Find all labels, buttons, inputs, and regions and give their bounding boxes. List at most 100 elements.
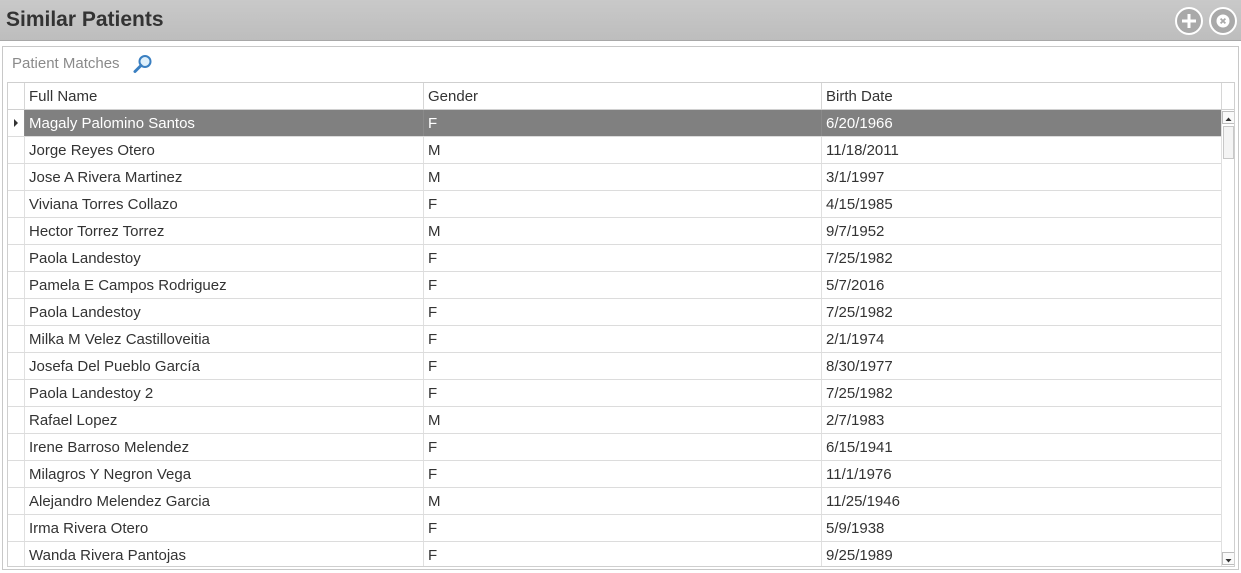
cell-gender[interactable]: F — [423, 353, 821, 379]
row-header[interactable] — [8, 488, 24, 514]
cell-full-name[interactable]: Wanda Rivera Pantojas — [24, 542, 423, 566]
arrow-down-icon — [1225, 559, 1232, 563]
cell-birth-date[interactable]: 8/30/1977 — [821, 353, 1221, 379]
row-header[interactable] — [8, 245, 24, 271]
table-row[interactable]: Josefa Del Pueblo García F 8/30/1977 — [8, 353, 1221, 380]
cell-gender[interactable]: F — [423, 272, 821, 298]
cell-gender[interactable]: F — [423, 434, 821, 460]
table-row[interactable]: Hector Torrez Torrez M 9/7/1952 — [8, 218, 1221, 245]
table-row[interactable]: Paola Landestoy F 7/25/1982 — [8, 245, 1221, 272]
cell-birth-date[interactable]: 5/9/1938 — [821, 515, 1221, 541]
cell-gender[interactable]: M — [423, 137, 821, 163]
cell-full-name[interactable]: Josefa Del Pueblo García — [24, 353, 423, 379]
table-row[interactable]: Milka M Velez Castilloveitia F 2/1/1974 — [8, 326, 1221, 353]
table-row[interactable]: Milagros Y Negron Vega F 11/1/1976 — [8, 461, 1221, 488]
cell-full-name[interactable]: Alejandro Melendez Garcia — [24, 488, 423, 514]
cell-gender[interactable]: M — [423, 164, 821, 190]
cell-gender[interactable]: F — [423, 542, 821, 566]
table-row[interactable]: Jose A Rivera Martinez M 3/1/1997 — [8, 164, 1221, 191]
cell-full-name[interactable]: Jorge Reyes Otero — [24, 137, 423, 163]
row-header[interactable] — [8, 407, 24, 433]
cell-birth-date[interactable]: 3/1/1997 — [821, 164, 1221, 190]
table-row[interactable]: Magaly Palomino Santos F 6/20/1966 — [8, 110, 1221, 137]
row-header[interactable] — [8, 218, 24, 244]
add-button[interactable] — [1175, 7, 1203, 35]
cell-full-name[interactable]: Viviana Torres Collazo — [24, 191, 423, 217]
cell-full-name[interactable]: Magaly Palomino Santos — [24, 110, 423, 136]
row-header[interactable] — [8, 542, 24, 566]
cell-gender[interactable]: F — [423, 461, 821, 487]
table-row[interactable]: Paola Landestoy 2 F 7/25/1982 — [8, 380, 1221, 407]
row-header[interactable] — [8, 380, 24, 406]
cell-full-name[interactable]: Jose A Rivera Martinez — [24, 164, 423, 190]
cell-birth-date[interactable]: 7/25/1982 — [821, 299, 1221, 325]
cell-birth-date[interactable]: 2/1/1974 — [821, 326, 1221, 352]
cell-birth-date[interactable]: 11/1/1976 — [821, 461, 1221, 487]
row-header[interactable] — [8, 461, 24, 487]
cell-gender[interactable]: M — [423, 218, 821, 244]
row-header[interactable] — [8, 110, 24, 136]
cell-gender[interactable]: F — [423, 110, 821, 136]
table-row[interactable]: Rafael Lopez M 2/7/1983 — [8, 407, 1221, 434]
cell-birth-date[interactable]: 7/25/1982 — [821, 380, 1221, 406]
cell-birth-date[interactable]: 6/20/1966 — [821, 110, 1221, 136]
cell-gender[interactable]: F — [423, 191, 821, 217]
table-row[interactable]: Wanda Rivera Pantojas F 9/25/1989 — [8, 542, 1221, 566]
cell-gender[interactable]: F — [423, 299, 821, 325]
cell-full-name[interactable]: Pamela E Campos Rodriguez — [24, 272, 423, 298]
cell-gender[interactable]: F — [423, 380, 821, 406]
cell-birth-date[interactable]: 4/15/1985 — [821, 191, 1221, 217]
close-button[interactable] — [1209, 7, 1237, 35]
cell-full-name[interactable]: Irene Barroso Melendez — [24, 434, 423, 460]
cell-full-name[interactable]: Paola Landestoy — [24, 245, 423, 271]
row-header[interactable] — [8, 515, 24, 541]
table-row[interactable]: Viviana Torres Collazo F 4/15/1985 — [8, 191, 1221, 218]
cell-full-name[interactable]: Hector Torrez Torrez — [24, 218, 423, 244]
row-header[interactable] — [8, 137, 24, 163]
plus-icon — [1182, 14, 1196, 28]
scroll-up-button[interactable] — [1222, 111, 1234, 124]
column-header-full-name[interactable]: Full Name — [24, 83, 423, 109]
cell-birth-date[interactable]: 2/7/1983 — [821, 407, 1221, 433]
cell-birth-date[interactable]: 5/7/2016 — [821, 272, 1221, 298]
row-header[interactable] — [8, 191, 24, 217]
table-row[interactable]: Paola Landestoy F 7/25/1982 — [8, 299, 1221, 326]
cell-gender[interactable]: M — [423, 407, 821, 433]
row-header[interactable] — [8, 353, 24, 379]
row-indicator-icon — [14, 119, 18, 127]
cell-gender[interactable]: F — [423, 515, 821, 541]
cell-full-name[interactable]: Milagros Y Negron Vega — [24, 461, 423, 487]
cell-birth-date[interactable]: 11/18/2011 — [821, 137, 1221, 163]
scroll-thumb[interactable] — [1223, 126, 1234, 159]
table-row[interactable]: Irma Rivera Otero F 5/9/1938 — [8, 515, 1221, 542]
vertical-scrollbar[interactable] — [1221, 110, 1234, 566]
cell-gender[interactable]: F — [423, 326, 821, 352]
cell-full-name[interactable]: Irma Rivera Otero — [24, 515, 423, 541]
grid-header: Full Name Gender Birth Date — [8, 83, 1234, 110]
table-row[interactable]: Alejandro Melendez Garcia M 11/25/1946 — [8, 488, 1221, 515]
row-header[interactable] — [8, 326, 24, 352]
row-header[interactable] — [8, 164, 24, 190]
cell-birth-date[interactable]: 9/7/1952 — [821, 218, 1221, 244]
cell-birth-date[interactable]: 7/25/1982 — [821, 245, 1221, 271]
window-titlebar: Similar Patients — [0, 0, 1241, 41]
row-header[interactable] — [8, 299, 24, 325]
cell-full-name[interactable]: Rafael Lopez — [24, 407, 423, 433]
cell-birth-date[interactable]: 9/25/1989 — [821, 542, 1221, 566]
table-row[interactable]: Pamela E Campos Rodriguez F 5/7/2016 — [8, 272, 1221, 299]
row-header[interactable] — [8, 434, 24, 460]
cell-gender[interactable]: F — [423, 245, 821, 271]
row-header[interactable] — [8, 272, 24, 298]
cell-full-name[interactable]: Paola Landestoy 2 — [24, 380, 423, 406]
cell-full-name[interactable]: Paola Landestoy — [24, 299, 423, 325]
cell-birth-date[interactable]: 11/25/1946 — [821, 488, 1221, 514]
column-header-gender[interactable]: Gender — [423, 83, 821, 109]
table-row[interactable]: Jorge Reyes Otero M 11/18/2011 — [8, 137, 1221, 164]
cell-gender[interactable]: M — [423, 488, 821, 514]
search-icon[interactable] — [132, 54, 154, 74]
table-row[interactable]: Irene Barroso Melendez F 6/15/1941 — [8, 434, 1221, 461]
cell-full-name[interactable]: Milka M Velez Castilloveitia — [24, 326, 423, 352]
scroll-down-button[interactable] — [1222, 552, 1234, 565]
column-header-birth-date[interactable]: Birth Date — [821, 83, 1221, 109]
cell-birth-date[interactable]: 6/15/1941 — [821, 434, 1221, 460]
